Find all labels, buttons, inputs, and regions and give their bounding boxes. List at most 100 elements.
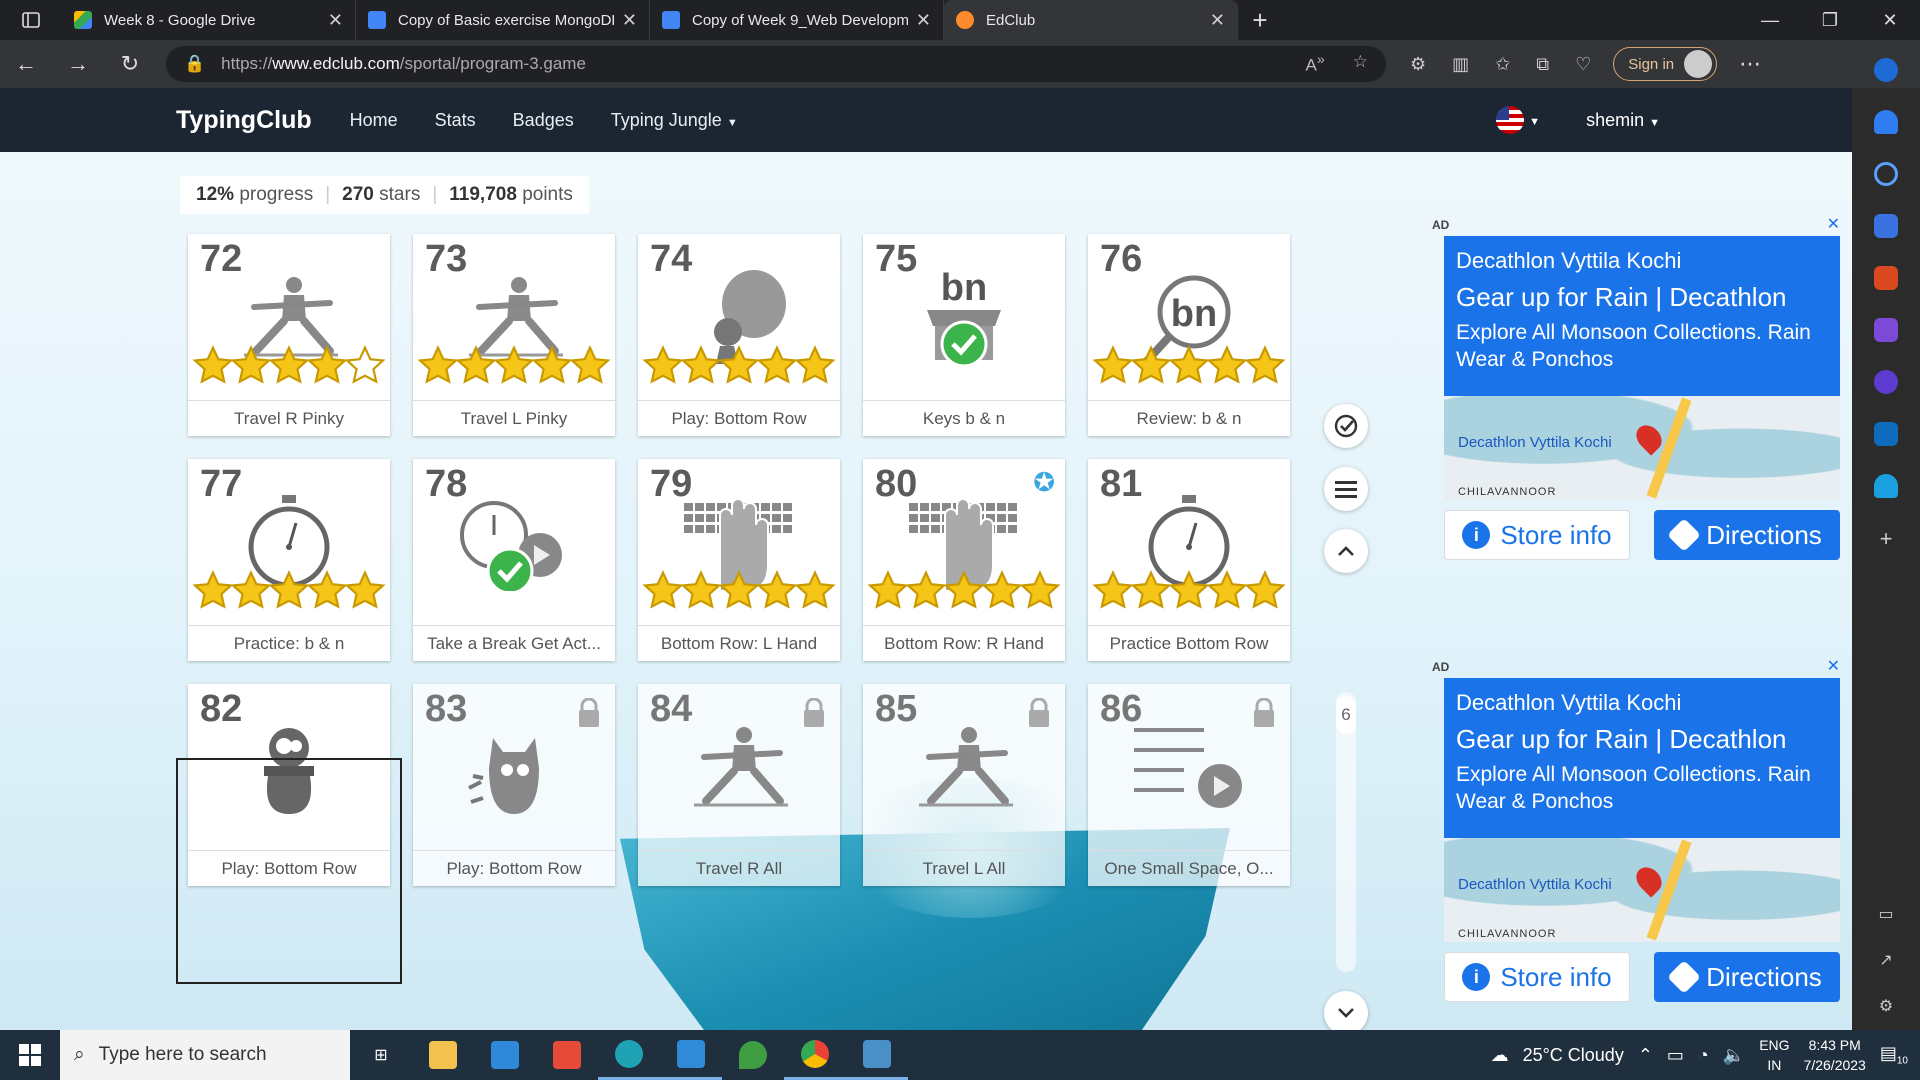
browser-tab[interactable]: Copy of Week 9_Web Development ✕ bbox=[650, 0, 944, 40]
scroll-down-icon[interactable] bbox=[1324, 991, 1368, 1030]
favorite-star-icon[interactable]: ☆ bbox=[1353, 52, 1368, 76]
completed-filter-icon[interactable] bbox=[1324, 404, 1368, 448]
lesson-tile[interactable]: 78 Take a Break Get Act... bbox=[413, 459, 615, 661]
shopping-tag-icon[interactable] bbox=[1874, 214, 1898, 238]
list-menu-icon[interactable] bbox=[1324, 467, 1368, 511]
lesson-tile[interactable]: 74 Play: Bottom Row bbox=[638, 234, 840, 436]
microsoft-365-icon[interactable] bbox=[1874, 370, 1898, 394]
lesson-tile[interactable]: 73 Travel L Pinky bbox=[413, 234, 615, 436]
browser-tab[interactable]: Week 8 - Google Drive ✕ bbox=[62, 0, 356, 40]
forward-icon[interactable]: → bbox=[52, 51, 104, 77]
tray-overflow-icon[interactable]: ⌃ bbox=[1638, 1045, 1653, 1066]
scroll-track[interactable] bbox=[1336, 692, 1356, 972]
taskbar-wps[interactable] bbox=[536, 1030, 598, 1080]
tab-actions-icon[interactable] bbox=[0, 0, 62, 40]
windows-start-icon[interactable] bbox=[0, 1044, 60, 1066]
lesson-tile[interactable]: 86 One Small Space, O... bbox=[1088, 684, 1290, 886]
favorites-icon[interactable]: ✩ bbox=[1495, 54, 1510, 75]
extensions-icon[interactable]: ⚙ bbox=[1410, 54, 1426, 75]
wifi-icon[interactable]: ◔ bbox=[1698, 1045, 1709, 1066]
directions-button[interactable]: Directions bbox=[1654, 952, 1840, 1002]
taskbar-chrome[interactable] bbox=[784, 1030, 846, 1080]
ad-creative[interactable]: Decathlon Vyttila Kochi Gear up for Rain… bbox=[1444, 678, 1840, 838]
nav-badges[interactable]: Badges bbox=[513, 110, 574, 131]
ad-map[interactable]: Decathlon Vyttila Kochi CHILAVANNOOR bbox=[1444, 396, 1840, 500]
map-place: CHILAVANNOOR bbox=[1458, 486, 1557, 498]
sidebar-toggle-icon[interactable]: ▭ bbox=[1878, 904, 1893, 924]
lesson-tile[interactable]: 72 Travel R Pinky bbox=[188, 234, 390, 436]
url-field[interactable]: 🔒 https://www.edclub.com/sportal/program… bbox=[166, 46, 1386, 82]
taskbar-vscode[interactable] bbox=[660, 1030, 722, 1080]
volume-icon[interactable]: 🔈 bbox=[1723, 1045, 1745, 1066]
star-icon bbox=[642, 344, 684, 394]
lesson-tile[interactable]: 81 Practice Bottom Row bbox=[1088, 459, 1290, 661]
collections-icon[interactable]: ⧉ bbox=[1536, 54, 1549, 75]
open-external-icon[interactable]: ↗ bbox=[1879, 950, 1892, 970]
lesson-tile[interactable]: 84 Travel R All bbox=[638, 684, 840, 886]
tools-icon[interactable] bbox=[1874, 266, 1898, 290]
nav-home[interactable]: Home bbox=[350, 110, 398, 131]
browser-tab-active[interactable]: EdClub ✕ bbox=[944, 0, 1238, 40]
taskbar-task-view[interactable]: ⊞ bbox=[350, 1030, 412, 1080]
minimize-icon[interactable]: — bbox=[1740, 0, 1800, 40]
taskbar-edge[interactable] bbox=[598, 1030, 660, 1080]
notification-center-icon[interactable]: ▤10 bbox=[1880, 1043, 1908, 1067]
battery-icon[interactable]: ▭ bbox=[1667, 1045, 1684, 1066]
clock[interactable]: 8:43 PM 7/26/2023 bbox=[1804, 1035, 1866, 1075]
lesson-tile[interactable]: 77 Practice: b & n bbox=[188, 459, 390, 661]
close-tab-icon[interactable]: ✕ bbox=[1210, 10, 1225, 31]
close-tab-icon[interactable]: ✕ bbox=[328, 10, 343, 31]
lesson-tile[interactable]: 83 Play: Bottom Row bbox=[413, 684, 615, 886]
add-sidebar-app-icon[interactable]: + bbox=[1880, 526, 1893, 552]
lesson-tile[interactable]: 79 Bottom Row: L Hand bbox=[638, 459, 840, 661]
ad-close-icon[interactable]: ✕ bbox=[1827, 656, 1840, 676]
read-aloud-icon[interactable]: A» bbox=[1306, 52, 1325, 76]
store-info-button[interactable]: i Store info bbox=[1444, 510, 1630, 560]
directions-button[interactable]: Directions bbox=[1654, 510, 1840, 560]
browser-tab[interactable]: Copy of Basic exercise MongoDB ✕ bbox=[356, 0, 650, 40]
performance-icon[interactable]: ♡ bbox=[1575, 54, 1591, 75]
ad-creative[interactable]: Decathlon Vyttila Kochi Gear up for Rain… bbox=[1444, 236, 1840, 396]
lesson-tile[interactable]: 75 bn Keys b & n bbox=[863, 234, 1065, 436]
games-icon[interactable] bbox=[1874, 318, 1898, 342]
language-indicator[interactable]: ENG IN bbox=[1759, 1035, 1789, 1075]
sign-in-button[interactable]: Sign in bbox=[1613, 47, 1718, 81]
split-screen-icon[interactable]: ▥ bbox=[1452, 54, 1469, 75]
more-options-icon[interactable]: ⋯ bbox=[1739, 51, 1761, 77]
lock-icon[interactable]: 🔒 bbox=[184, 54, 205, 74]
site-logo[interactable]: TypingClub bbox=[176, 106, 312, 135]
taskbar-photos[interactable] bbox=[846, 1030, 908, 1080]
restore-icon[interactable]: ❐ bbox=[1800, 0, 1860, 40]
close-tab-icon[interactable]: ✕ bbox=[622, 10, 637, 31]
lesson-tile[interactable]: 76 bn Review: b & n bbox=[1088, 234, 1290, 436]
back-icon[interactable]: ← bbox=[0, 51, 52, 77]
ad-close-icon[interactable]: ✕ bbox=[1827, 214, 1840, 234]
scroll-up-icon[interactable] bbox=[1324, 529, 1368, 573]
ad-map[interactable]: Decathlon Vyttila Kochi CHILAVANNOOR bbox=[1444, 838, 1840, 942]
close-window-icon[interactable]: ✕ bbox=[1860, 0, 1920, 40]
taskbar-search[interactable]: ⌕ Type here to search bbox=[60, 1030, 350, 1080]
points-label: points bbox=[522, 184, 573, 205]
lesson-tile[interactable]: 85 Travel L All bbox=[863, 684, 1065, 886]
language-selector[interactable]: ▼ bbox=[1496, 106, 1540, 134]
outlook-icon[interactable] bbox=[1874, 422, 1898, 446]
new-tab-button[interactable]: + bbox=[1238, 0, 1282, 40]
close-tab-icon[interactable]: ✕ bbox=[916, 10, 931, 31]
ad-banner[interactable]: AD ✕ ⓘ Decathlon Vyttila Kochi Gear up f… bbox=[1432, 216, 1842, 560]
lesson-tile[interactable]: 80 ✪ Bottom Row: R Hand bbox=[863, 459, 1065, 661]
nav-typing-jungle[interactable]: Typing Jungle ▼ bbox=[611, 110, 738, 131]
weather-text[interactable]: 25°C Cloudy bbox=[1523, 1045, 1624, 1066]
store-info-button[interactable]: i Store info bbox=[1444, 952, 1630, 1002]
search-icon[interactable] bbox=[1874, 162, 1898, 186]
nav-stats[interactable]: Stats bbox=[435, 110, 476, 131]
notifications-icon[interactable] bbox=[1874, 110, 1898, 134]
drop-icon[interactable] bbox=[1874, 474, 1898, 498]
bing-chat-icon[interactable] bbox=[1874, 58, 1898, 82]
taskbar-mail[interactable] bbox=[474, 1030, 536, 1080]
taskbar-mongodb[interactable] bbox=[722, 1030, 784, 1080]
sidebar-settings-icon[interactable]: ⚙ bbox=[1879, 996, 1893, 1016]
user-menu[interactable]: shemin ▼ bbox=[1586, 110, 1660, 131]
refresh-icon[interactable]: ↻ bbox=[104, 51, 156, 77]
ad-banner[interactable]: AD ✕ ⓘ Decathlon Vyttila Kochi Gear up f… bbox=[1432, 658, 1842, 1002]
taskbar-file-explorer[interactable] bbox=[412, 1030, 474, 1080]
